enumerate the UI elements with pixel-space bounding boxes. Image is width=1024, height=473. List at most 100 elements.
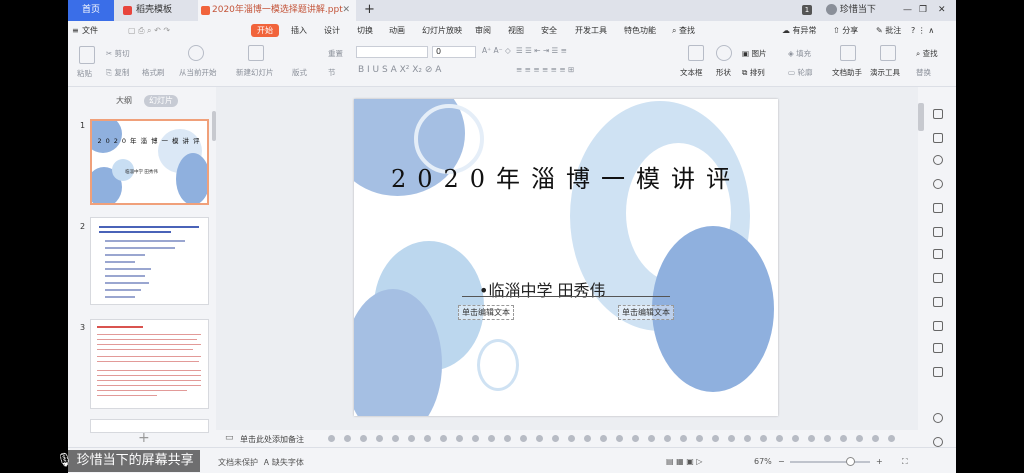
font-style-icons[interactable]: B I U S A X² X₂ ⊘ A (358, 65, 441, 75)
export-icon[interactable] (933, 321, 943, 331)
missing-font-button[interactable]: Ꭺ 缺失字体 (264, 457, 304, 468)
zoom-icon[interactable] (933, 413, 943, 423)
close-tab-icon[interactable]: ✕ (342, 0, 350, 21)
page-dot[interactable] (840, 435, 847, 442)
slide-subtitle[interactable]: •临淄中学 田秀伟 (479, 277, 606, 301)
zoom-level[interactable]: 67% (754, 457, 772, 466)
page-dot[interactable] (744, 435, 751, 442)
document-icon[interactable] (933, 297, 943, 307)
fit-window-icon[interactable]: ⛶ (902, 457, 908, 467)
view-mode-icons[interactable]: ▤ ▦ ▣ ▷ (666, 457, 702, 466)
page-dot[interactable] (792, 435, 799, 442)
help-circle-icon[interactable] (933, 437, 943, 447)
page-dot[interactable] (648, 435, 655, 442)
paragraph-icons[interactable]: ☰ ☰ ⇤ ⇥ ☰ ≡ (516, 46, 567, 55)
settings-sliders-icon[interactable] (933, 273, 943, 283)
outline-button[interactable]: ▭ 轮廓 (788, 67, 812, 78)
menu-slideshow[interactable]: 幻灯片放映 (422, 24, 462, 37)
new-slide-button[interactable]: 新建幻灯片 (236, 67, 274, 78)
canvas-scrollbar[interactable] (918, 103, 924, 131)
menu-animation[interactable]: 动画 (389, 24, 405, 37)
shape-button[interactable]: 形状 (716, 67, 731, 78)
new-tab-icon[interactable]: + (364, 0, 375, 20)
page-dot[interactable] (568, 435, 575, 442)
menu-view[interactable]: 视图 (508, 24, 524, 37)
fill-button[interactable]: ◈ 填充 (788, 48, 811, 59)
menu-review[interactable]: 审阅 (475, 24, 491, 37)
page-dot[interactable] (776, 435, 783, 442)
slide-thumbnail-2[interactable] (90, 217, 209, 305)
grid-icon[interactable] (933, 227, 943, 237)
location-icon[interactable] (933, 179, 943, 189)
share-button[interactable]: ⇧ 分享 (833, 24, 858, 37)
slide-title[interactable]: 2020年淄博一模讲评 (354, 159, 778, 194)
shape-style-icon[interactable] (933, 155, 943, 165)
zoom-out-icon[interactable]: − (778, 457, 785, 466)
page-dot[interactable] (888, 435, 895, 442)
page-dot[interactable] (856, 435, 863, 442)
menu-transition[interactable]: 切换 (357, 24, 373, 37)
page-dot[interactable] (824, 435, 831, 442)
page-dot[interactable] (632, 435, 639, 442)
close-window-icon[interactable]: ✕ (938, 0, 946, 21)
issue-status[interactable]: ☁ 有异常 (782, 24, 817, 37)
menu-security[interactable]: 安全 (541, 24, 557, 37)
page-dot[interactable] (584, 435, 591, 442)
doc-protect-status[interactable]: 文档未保护 (218, 457, 258, 468)
comment-button[interactable]: ✎ 批注 (876, 24, 901, 37)
page-dot[interactable] (456, 435, 463, 442)
page-dot[interactable] (536, 435, 543, 442)
font-grow-shrink-icons[interactable]: A⁺ A⁻ ◇ (482, 46, 511, 55)
hamburger-icon[interactable]: ≡ (72, 24, 79, 37)
page-dot[interactable] (600, 435, 607, 442)
page-dot[interactable] (424, 435, 431, 442)
doc-assistant-icon[interactable] (840, 45, 856, 61)
page-dot[interactable] (696, 435, 703, 442)
text-placeholder-left[interactable]: 单击编辑文本 (458, 305, 514, 320)
presentation-tools-button[interactable]: 演示工具 (870, 67, 900, 78)
chart-icon[interactable] (933, 249, 943, 259)
align-icons[interactable]: ≡ ≡ ≡ ≡ ≡ ≡ ⊞ (516, 65, 574, 74)
page-dot[interactable] (376, 435, 383, 442)
page-dot[interactable] (472, 435, 479, 442)
slide-1[interactable]: 2020年淄博一模讲评 •临淄中学 田秀伟 单击编辑文本 单击编辑文本 (354, 99, 778, 416)
font-name-input[interactable] (356, 46, 428, 58)
text-placeholder-right[interactable]: 单击编辑文本 (618, 305, 674, 320)
layout-button[interactable]: 版式 (292, 67, 307, 78)
copy-button[interactable]: ⎘ 复制 (106, 67, 129, 78)
image-icon[interactable] (933, 367, 943, 377)
font-size-input[interactable]: 0 (432, 46, 476, 58)
user-account[interactable]: 珍惜当下 (826, 0, 876, 21)
tab-template[interactable]: 稻壳模板 (118, 0, 196, 21)
paste-button[interactable]: 粘贴 (77, 68, 92, 79)
page-dot[interactable] (488, 435, 495, 442)
minimize-icon[interactable]: — (903, 0, 912, 21)
page-dot[interactable] (712, 435, 719, 442)
section-button[interactable]: 节 (328, 67, 336, 78)
page-dot[interactable] (872, 435, 879, 442)
paste-icon[interactable] (79, 46, 95, 64)
zoom-slider[interactable] (790, 461, 870, 463)
menu-design[interactable]: 设计 (324, 24, 340, 37)
presentation-tools-icon[interactable] (880, 45, 896, 61)
page-dot[interactable] (440, 435, 447, 442)
find-button[interactable]: ⌕ 查找 (916, 48, 938, 59)
page-dot[interactable] (504, 435, 511, 442)
notes-icon[interactable]: ▭ (225, 433, 234, 443)
tab-home[interactable]: 首页 (68, 0, 114, 21)
help-icon[interactable]: ? ⋮ ∧ (911, 24, 934, 37)
shape-icon[interactable] (716, 45, 732, 61)
layers-icon[interactable] (933, 343, 943, 353)
menu-insert[interactable]: 插入 (291, 24, 307, 37)
textbox-button[interactable]: 文本框 (680, 67, 703, 78)
page-dot[interactable] (328, 435, 335, 442)
slide-thumbnail-3[interactable] (90, 319, 209, 409)
page-dot[interactable] (664, 435, 671, 442)
menu-home[interactable]: 开始 (251, 24, 279, 37)
page-dot[interactable] (680, 435, 687, 442)
format-painter-button[interactable]: 格式刷 (142, 67, 165, 78)
play-icon[interactable] (188, 45, 204, 61)
page-dot[interactable] (520, 435, 527, 442)
add-slide-icon[interactable]: + (138, 430, 150, 446)
page-dot[interactable] (344, 435, 351, 442)
